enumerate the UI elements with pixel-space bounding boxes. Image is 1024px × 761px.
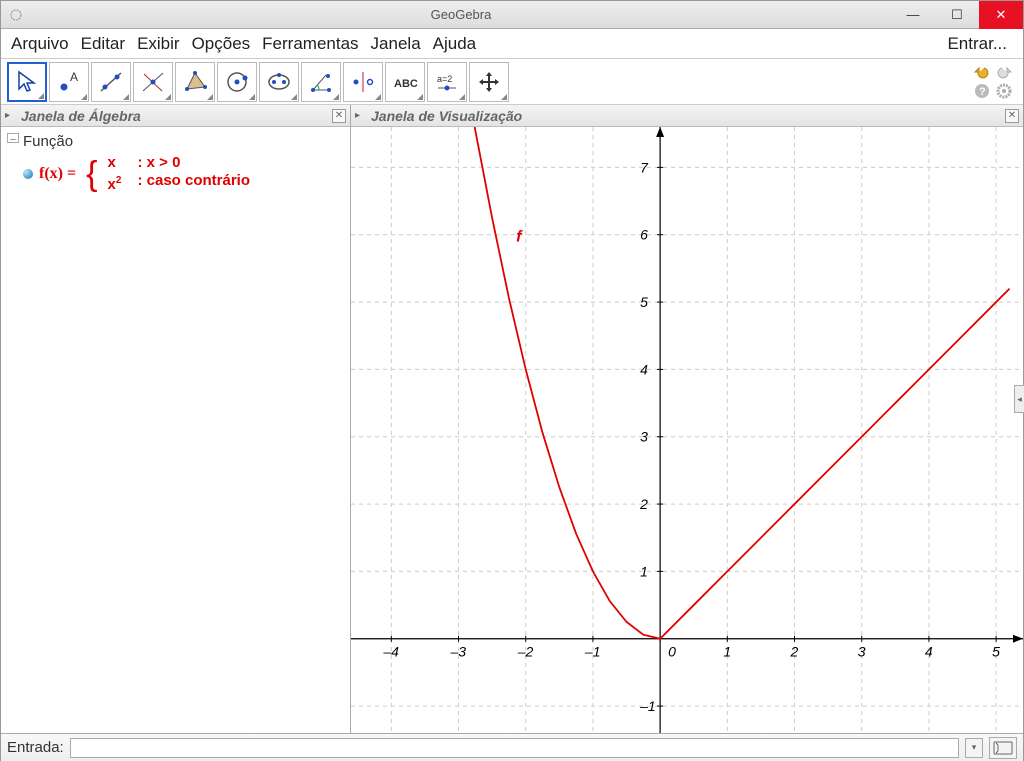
svg-text:1: 1	[723, 644, 731, 660]
tool-perpendicular[interactable]	[133, 62, 173, 102]
svg-text:A: A	[70, 70, 78, 84]
svg-text:3: 3	[858, 644, 866, 660]
window-title: GeoGebra	[31, 7, 891, 22]
keyboard-button[interactable]	[989, 737, 1017, 759]
tree-category-label: Função	[23, 133, 73, 150]
svg-text:–2: –2	[517, 644, 534, 660]
help-icon[interactable]: ?	[973, 82, 991, 100]
piece2-expr: x2	[107, 172, 127, 194]
tool-slider[interactable]: a=2	[427, 62, 467, 102]
tool-move-view[interactable]	[469, 62, 509, 102]
piece2-cond: : caso contrário	[137, 172, 250, 194]
piece1-cond: : x > 0	[137, 154, 180, 172]
svg-text:–3: –3	[450, 644, 467, 660]
tool-move[interactable]	[7, 62, 47, 102]
graph-close-button[interactable]: ✕	[1005, 109, 1019, 123]
panel-collapse-icon[interactable]: ▸	[355, 110, 367, 121]
tool-point[interactable]: A	[49, 62, 89, 102]
input-bar: Entrada: ▾	[1, 733, 1023, 761]
tool-angle[interactable]	[301, 62, 341, 102]
tool-line[interactable]	[91, 62, 131, 102]
svg-text:3: 3	[640, 429, 648, 445]
sign-in-link[interactable]: Entrar...	[947, 34, 1019, 54]
menu-janela[interactable]: Janela	[365, 34, 427, 54]
command-input[interactable]	[70, 738, 959, 758]
redo-icon[interactable]	[995, 63, 1013, 81]
svg-text:f: f	[516, 228, 523, 245]
graph-canvas[interactable]: –4 –3 –2 –1 0 1 2 3 4 5 –1 1 2 3 4 5 6 7 f	[351, 127, 1023, 733]
svg-text:4: 4	[925, 644, 933, 660]
svg-text:–4: –4	[382, 644, 399, 660]
svg-text:–1: –1	[584, 644, 601, 660]
undo-icon[interactable]	[973, 63, 991, 81]
svg-text:2: 2	[790, 644, 799, 660]
svg-text:1: 1	[640, 563, 648, 579]
function-item[interactable]: f(x) = { x : x > 0 x2 : caso contrário	[7, 150, 344, 194]
graph-panel: ▸ Janela de Visualização ✕ –4 –3 –2 –1 0 1 2 3 4…	[351, 105, 1023, 733]
algebra-tree: – Função f(x) = { x : x > 0 x2 : caso co…	[1, 127, 350, 200]
minimize-button[interactable]: —	[891, 1, 935, 29]
app-icon	[7, 6, 25, 24]
svg-text:4: 4	[640, 361, 648, 377]
toolbar: A ABC a=2	[1, 59, 1023, 105]
main-area: ▸ Janela de Álgebra ✕ – Função f(x) = { …	[1, 105, 1023, 733]
svg-text:0: 0	[668, 644, 676, 660]
algebra-panel: ▸ Janela de Álgebra ✕ – Função f(x) = { …	[1, 105, 351, 733]
svg-text:5: 5	[992, 644, 1000, 660]
menubar: Arquivo Editar Exibir Opções Ferramentas…	[1, 29, 1023, 59]
input-label: Entrada:	[7, 739, 64, 756]
input-dropdown-button[interactable]: ▾	[965, 738, 983, 758]
menu-ferramentas[interactable]: Ferramentas	[256, 34, 364, 54]
svg-text:–1: –1	[639, 698, 656, 714]
side-expand-tab[interactable]: ◂	[1014, 385, 1024, 413]
graph-panel-header: ▸ Janela de Visualização ✕	[351, 105, 1023, 127]
menu-opcoes[interactable]: Opções	[186, 34, 257, 54]
function-name: f(x) =	[39, 165, 76, 183]
graph-panel-title: Janela de Visualização	[367, 108, 522, 124]
tool-circle[interactable]	[217, 62, 257, 102]
svg-text:?: ?	[979, 86, 986, 98]
graphics-view[interactable]: –4 –3 –2 –1 0 1 2 3 4 5 –1 1 2 3 4 5 6 7 f	[351, 127, 1023, 733]
svg-text:a=2: a=2	[437, 74, 452, 84]
menu-arquivo[interactable]: Arquivo	[5, 34, 75, 54]
titlebar: GeoGebra — ☐ ✕	[1, 1, 1023, 29]
tool-reflect[interactable]	[343, 62, 383, 102]
menu-exibir[interactable]: Exibir	[131, 34, 186, 54]
svg-text:2: 2	[639, 496, 648, 512]
algebra-close-button[interactable]: ✕	[332, 109, 346, 123]
piece1-expr: x	[107, 154, 127, 172]
settings-icon[interactable]	[995, 82, 1013, 100]
close-button[interactable]: ✕	[979, 1, 1023, 29]
piecewise-definition: x : x > 0 x2 : caso contrário	[107, 154, 250, 194]
panel-collapse-icon[interactable]: ▸	[5, 110, 17, 121]
svg-text:6: 6	[640, 227, 648, 243]
algebra-panel-title: Janela de Álgebra	[17, 108, 141, 124]
svg-text:ABC: ABC	[394, 78, 418, 90]
tool-text[interactable]: ABC	[385, 62, 425, 102]
maximize-button[interactable]: ☐	[935, 1, 979, 29]
svg-text:7: 7	[640, 159, 649, 175]
algebra-panel-header: ▸ Janela de Álgebra ✕	[1, 105, 350, 127]
tool-polygon[interactable]	[175, 62, 215, 102]
tree-toggle-icon[interactable]: –	[7, 133, 19, 143]
svg-text:5: 5	[640, 294, 648, 310]
brace-icon: {	[82, 159, 101, 189]
menu-ajuda[interactable]: Ajuda	[427, 34, 482, 54]
visibility-bullet-icon[interactable]	[23, 169, 33, 179]
tool-ellipse[interactable]	[259, 62, 299, 102]
menu-editar[interactable]: Editar	[75, 34, 131, 54]
